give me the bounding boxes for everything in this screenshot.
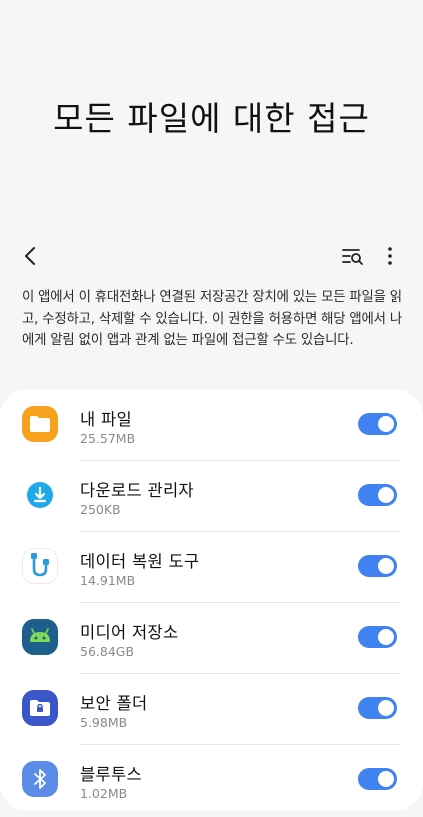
cable-icon <box>22 548 58 584</box>
app-size: 14.91MB <box>80 573 136 588</box>
app-size: 56.84GB <box>80 644 135 659</box>
app-list: 내 파일 25.57MB 다운로드 관리자 250KB 데이터 복원 도구 14… <box>0 390 423 810</box>
permission-description: 이 앱에서 이 휴대전화나 연결된 저장공간 장치에 있는 모든 파일을 읽고,… <box>22 290 402 348</box>
access-toggle[interactable] <box>358 413 397 435</box>
list-item-data-restore-tool[interactable]: 데이터 복원 도구 14.91MB <box>0 532 423 603</box>
download-icon <box>22 477 58 513</box>
toolbar <box>0 236 423 276</box>
access-toggle[interactable] <box>358 768 397 790</box>
filter-search-icon <box>342 249 363 265</box>
list-item-bluetooth[interactable]: 블루투스 1.02MB <box>0 745 423 810</box>
app-name: 내 파일 <box>80 410 132 429</box>
access-toggle[interactable] <box>358 626 397 648</box>
filter-search-button[interactable] <box>337 240 369 272</box>
app-size: 25.57MB <box>80 431 136 446</box>
app-name: 데이터 복원 도구 <box>80 552 200 571</box>
all-files-access-screen: 모든 파일에 대한 접근 이 앱에서 이 휴대전화나 연결된 저장공간 장치에 … <box>0 0 423 817</box>
access-toggle[interactable] <box>358 484 397 506</box>
app-size: 1.02MB <box>80 786 128 801</box>
app-size: 5.98MB <box>80 715 128 730</box>
list-item-secure-folder[interactable]: 보안 폴더 5.98MB <box>0 674 423 745</box>
app-name: 다운로드 관리자 <box>80 481 194 500</box>
app-name: 보안 폴더 <box>80 694 148 713</box>
page-title: 모든 파일에 대한 접근 <box>53 99 370 138</box>
access-toggle[interactable] <box>358 555 397 577</box>
more-options-button[interactable] <box>376 240 404 272</box>
list-item-my-files[interactable]: 내 파일 25.57MB <box>0 390 423 461</box>
app-size: 250KB <box>80 502 121 517</box>
bluetooth-icon <box>22 761 58 797</box>
back-button[interactable] <box>14 240 46 272</box>
secure-folder-icon <box>22 690 58 726</box>
app-name: 블루투스 <box>80 765 142 784</box>
access-toggle[interactable] <box>358 697 397 719</box>
app-name: 미디어 저장소 <box>80 623 179 642</box>
more-vertical-icon <box>388 247 392 265</box>
list-item-download-manager[interactable]: 다운로드 관리자 250KB <box>0 461 423 532</box>
list-item-media-storage[interactable]: 미디어 저장소 56.84GB <box>0 603 423 674</box>
folder-icon <box>22 406 58 442</box>
android-icon <box>22 619 58 655</box>
back-arrow-icon <box>25 247 35 265</box>
